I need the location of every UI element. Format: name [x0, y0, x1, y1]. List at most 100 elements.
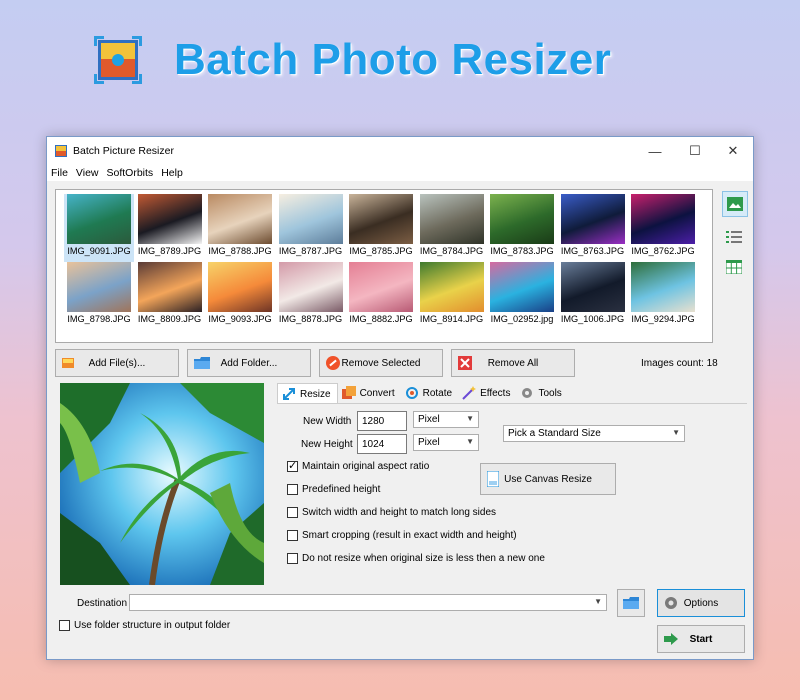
gallery-thumbnail[interactable]: IMG_8762.JPG: [628, 194, 698, 262]
thumbnail-filename: IMG_8784.JPG: [419, 246, 484, 256]
folder-structure-label: Use folder structure in output folder: [74, 620, 231, 631]
thumbnail-image: [137, 262, 202, 312]
thumbnail-image: [490, 194, 554, 244]
width-unit-select[interactable]: Pixel ▼: [413, 411, 479, 428]
gallery-thumbnail[interactable]: IMG_9093.JPG: [205, 262, 275, 330]
remove-selected-button[interactable]: Remove Selected: [319, 349, 443, 377]
remove-all-button[interactable]: Remove All: [451, 349, 575, 377]
maintain-aspect-label: Maintain original aspect ratio: [302, 461, 430, 472]
add-files-icon: [62, 358, 74, 368]
new-width-input[interactable]: 1280: [357, 411, 407, 431]
thumbnail-image: [278, 262, 343, 312]
menu-file[interactable]: File: [51, 167, 68, 179]
gallery-thumbnail[interactable]: IMG_8785.JPG: [346, 194, 416, 262]
browse-folder-button[interactable]: [617, 589, 645, 617]
gallery-thumbnail[interactable]: IMG_1006.JPG: [558, 262, 628, 330]
thumbnail-filename: IMG_8798.JPG: [67, 314, 131, 324]
thumbnail-filename: IMG_8878.JPG: [278, 314, 343, 324]
gallery-thumbnail[interactable]: IMG_8882.JPG: [346, 262, 416, 330]
gallery-thumbnail[interactable]: IMG_8878.JPG: [276, 262, 346, 330]
gallery-thumbnail[interactable]: IMG_8809.JPG: [135, 262, 205, 330]
gallery-thumbnail[interactable]: IMG_8783.JPG: [487, 194, 557, 262]
gear-icon: [665, 597, 677, 609]
thumbnail-filename: IMG_8914.JPG: [419, 314, 484, 324]
tab-rotate[interactable]: Rotate: [401, 383, 458, 403]
start-label: Start: [689, 633, 713, 645]
canvas-resize-button[interactable]: Use Canvas Resize: [480, 463, 616, 495]
add-folder-button[interactable]: Add Folder...: [187, 349, 311, 377]
no-upscale-label: Do not resize when original size is less…: [302, 553, 545, 564]
folder-icon: [194, 357, 210, 369]
smart-cropping-checkbox[interactable]: Smart cropping (result in exact width an…: [287, 530, 517, 541]
menu-help[interactable]: Help: [161, 167, 183, 179]
checkbox-box: [287, 507, 298, 518]
image-gallery[interactable]: IMG_9091.JPG IMG_8789.JPG IMG_8788.JPG IMG_…: [55, 189, 713, 343]
table-view-icon[interactable]: [722, 255, 746, 279]
magic-wand-icon: [462, 386, 477, 400]
gallery-thumbnail[interactable]: IMG_8788.JPG: [205, 194, 275, 262]
maximize-button[interactable]: ☐: [675, 137, 715, 165]
image-preview: [60, 383, 264, 585]
checkbox-box: [287, 553, 298, 564]
chevron-down-icon: ▼: [466, 437, 474, 446]
options-label: Options: [683, 597, 719, 609]
folder-structure-checkbox[interactable]: Use folder structure in output folder: [59, 620, 230, 631]
destination-label: Destination: [77, 598, 128, 609]
tab-convert[interactable]: Convert: [338, 383, 401, 403]
tab-tools-label: Tools: [538, 387, 562, 399]
thumbnail-filename: IMG_8763.JPG: [560, 246, 625, 256]
thumbnail-filename: IMG_9091.JPG: [67, 246, 131, 256]
predefined-height-checkbox[interactable]: Predefined height: [287, 484, 380, 495]
arrow-right-icon: [664, 633, 678, 645]
switch-sides-checkbox[interactable]: Switch width and height to match long si…: [287, 507, 496, 518]
gallery-thumbnail[interactable]: IMG_8798.JPG: [64, 262, 134, 330]
gallery-thumbnail[interactable]: IMG_9294.JPG: [628, 262, 698, 330]
promo-title: Batch Photo Resizer: [174, 35, 612, 84]
close-button[interactable]: ✕: [713, 137, 753, 165]
thumbnail-view-icon[interactable]: [722, 191, 748, 217]
tab-tools[interactable]: Tools: [516, 383, 567, 403]
no-upscale-checkbox[interactable]: Do not resize when original size is less…: [287, 553, 545, 564]
gallery-thumbnail[interactable]: IMG_02952.jpg: [487, 262, 557, 330]
checkbox-box: [59, 620, 70, 631]
gallery-thumbnail[interactable]: IMG_8763.JPG: [558, 194, 628, 262]
checkbox-box: [287, 459, 298, 472]
standard-size-value: Pick a Standard Size: [508, 428, 601, 439]
menu-view[interactable]: View: [76, 167, 99, 179]
thumbnail-image: [67, 262, 131, 312]
maintain-aspect-checkbox[interactable]: Maintain original aspect ratio: [287, 459, 430, 472]
thumbnail-filename: IMG_9093.JPG: [208, 314, 272, 324]
tab-resize[interactable]: Resize: [277, 383, 338, 404]
thumbnail-image: [490, 262, 554, 312]
gallery-thumbnail[interactable]: IMG_8787.JPG: [276, 194, 346, 262]
gallery-thumbnail[interactable]: IMG_8914.JPG: [417, 262, 487, 330]
promo-header: Batch Photo Resizer: [92, 28, 611, 92]
thumbnail-filename: IMG_1006.JPG: [560, 314, 625, 324]
new-height-input[interactable]: 1024: [357, 434, 407, 454]
minimize-button[interactable]: —: [635, 137, 675, 165]
thumbnail-filename: IMG_8785.JPG: [349, 246, 413, 256]
list-view-icon[interactable]: [722, 225, 746, 249]
gallery-thumbnail[interactable]: IMG_9091.JPG: [64, 194, 134, 262]
checkbox-box: [287, 484, 298, 495]
thumbnail-filename: IMG_8762.JPG: [631, 246, 695, 256]
tab-effects[interactable]: Effects: [458, 383, 516, 403]
remove-all-label: Remove All: [487, 357, 539, 369]
destination-select[interactable]: ▼: [129, 594, 607, 611]
tab-resize-label: Resize: [300, 388, 331, 400]
start-button[interactable]: Start: [657, 625, 745, 653]
remove-selected-label: Remove Selected: [341, 357, 421, 369]
height-unit-select[interactable]: Pixel ▼: [413, 434, 479, 451]
thumbnail-filename: IMG_8783.JPG: [490, 246, 554, 256]
options-button[interactable]: Options: [657, 589, 745, 617]
gallery-thumbnail[interactable]: IMG_8784.JPG: [417, 194, 487, 262]
new-height-label: New Height: [301, 439, 353, 450]
standard-size-select[interactable]: Pick a Standard Size ▼: [503, 425, 685, 442]
app-logo-icon: [94, 36, 142, 84]
add-files-button[interactable]: Add File(s)...: [55, 349, 179, 377]
gallery-thumbnail[interactable]: IMG_8789.JPG: [135, 194, 205, 262]
thumbnail-filename: IMG_8787.JPG: [278, 246, 343, 256]
canvas-icon: [487, 471, 499, 487]
menu-softorbits[interactable]: SoftOrbits: [107, 167, 154, 179]
thumbnail-image: [349, 262, 413, 312]
